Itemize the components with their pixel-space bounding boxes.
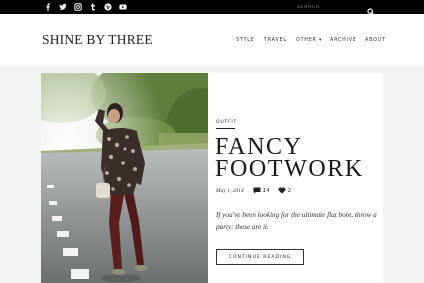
nav-item-other[interactable]: OTHER ▾ [296,38,322,43]
twitter-icon[interactable] [59,3,67,11]
nav-item-style[interactable]: STYLE [236,38,255,43]
like-count: 2 [287,187,292,194]
comment-count: 14 [262,187,270,194]
social-links [44,3,127,11]
likes-link[interactable]: 2 [278,187,292,194]
tumblr-icon[interactable] [89,3,97,11]
youtube-icon[interactable] [119,3,127,11]
continue-reading-button[interactable]: CONTINUE READING [216,249,304,265]
facebook-icon[interactable] [44,3,52,11]
post-date: May 1, 2014 [216,187,244,194]
post-image[interactable] [41,73,208,283]
site-logo[interactable]: SHINE BY THREE [42,33,153,47]
instagram-icon[interactable] [74,3,82,11]
nav-item-travel[interactable]: TRAVEL [264,38,287,43]
post-excerpt: If you've been looking for the ultimate … [216,211,377,231]
search-input[interactable] [297,3,357,12]
top-bar [0,0,424,16]
comments-link[interactable]: 14 [253,187,270,194]
heart-icon [278,187,286,194]
post-category[interactable]: OUTFIT [216,120,237,125]
category-divider [216,128,235,129]
search-box [297,3,377,16]
post-meta: May 1, 2014 14 2 [216,186,299,195]
pinterest-icon[interactable] [104,3,112,11]
nav-item-about[interactable]: ABOUT [365,38,386,43]
post-title[interactable]: FANCY FOOTWORK [215,135,380,181]
comment-icon [253,187,261,194]
nav-item-archive[interactable]: ARCHIVE [330,38,357,43]
search-icon[interactable] [367,3,375,16]
